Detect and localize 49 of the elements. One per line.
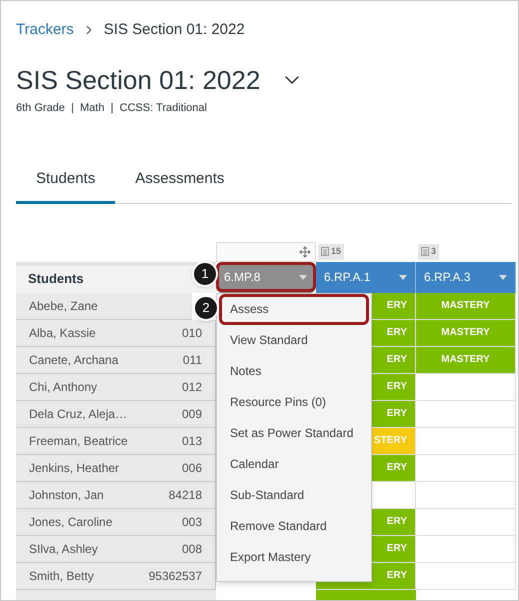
empty-cell[interactable] [416, 482, 516, 508]
student-row[interactable]: SIlva, Ashley 008 [16, 536, 216, 562]
menu-item[interactable]: Calendar [219, 448, 369, 480]
student-number: 009 [182, 406, 202, 422]
student-row[interactable]: Jones, Caroline 003 [16, 508, 216, 536]
menu-item[interactable]: Set as Power Standard [219, 418, 369, 448]
tab[interactable]: Assessments [115, 168, 244, 204]
student-number: 008 [182, 540, 202, 558]
student-row[interactable]: Jenkins, Heather 006 [16, 454, 216, 482]
student-row[interactable]: Freeman, Beatrice 013 [16, 428, 216, 454]
student-row[interactable]: Dela Cruz, Aleja… 009 [16, 400, 216, 428]
menu-item[interactable]: Notes [219, 356, 369, 386]
move-icon[interactable] [299, 246, 311, 258]
subtitle: 6th Grade | Math | CCSS: Traditional [16, 100, 207, 116]
student-row[interactable]: Abebe, Zane [16, 292, 192, 320]
mastery-cell[interactable] [316, 590, 416, 600]
student-row[interactable]: Smith, Betty 95362537 [16, 562, 216, 590]
tab[interactable]: Students [16, 168, 116, 204]
breadcrumb-current: SIS Section 01: 2022 [104, 20, 245, 40]
menu-item[interactable]: Resource Pins (0) [219, 386, 369, 418]
student-row[interactable]: Johnston, Jan 84218 [16, 482, 216, 508]
student-number: 012 [182, 378, 202, 396]
student-number: 003 [182, 514, 202, 530]
menu-item[interactable]: View Standard [219, 324, 369, 356]
caret-icon [299, 274, 307, 280]
menu-item[interactable]: Sub-Standard [219, 480, 369, 510]
count-badge: 15 [318, 244, 344, 260]
breadcrumb-link[interactable]: Trackers [16, 19, 74, 42]
drag-handle-bar[interactable] [216, 242, 316, 262]
student-number: 013 [182, 432, 202, 450]
student-number: 011 [182, 352, 202, 368]
page-title: SIS Section 01: 2022 [16, 64, 260, 96]
student-row[interactable]: Canete, Archana 011 [16, 346, 216, 374]
student-row[interactable]: Chi, Anthony 012 [16, 374, 216, 400]
standard-column-header[interactable]: 6.RP.A.3 [416, 262, 516, 292]
standard-column-header[interactable]: 6.RP.A.1 [316, 262, 416, 292]
menu-item[interactable]: Assess [219, 294, 369, 324]
caret-icon [399, 274, 407, 280]
student-row[interactable] [16, 590, 216, 600]
menu-item[interactable]: Export Mastery [219, 542, 369, 572]
student-number: 006 [182, 460, 202, 476]
caret-icon [499, 274, 507, 280]
menu-item[interactable]: Remove Standard [219, 510, 369, 542]
step-number: 2 [193, 294, 219, 320]
student-number: 010 [182, 324, 202, 342]
student-number: 84218 [168, 486, 202, 504]
student-number: 95362537 [148, 568, 202, 584]
student-row[interactable]: Alba, Kassie 010 [16, 320, 216, 346]
count-badge: 3 [418, 244, 440, 260]
